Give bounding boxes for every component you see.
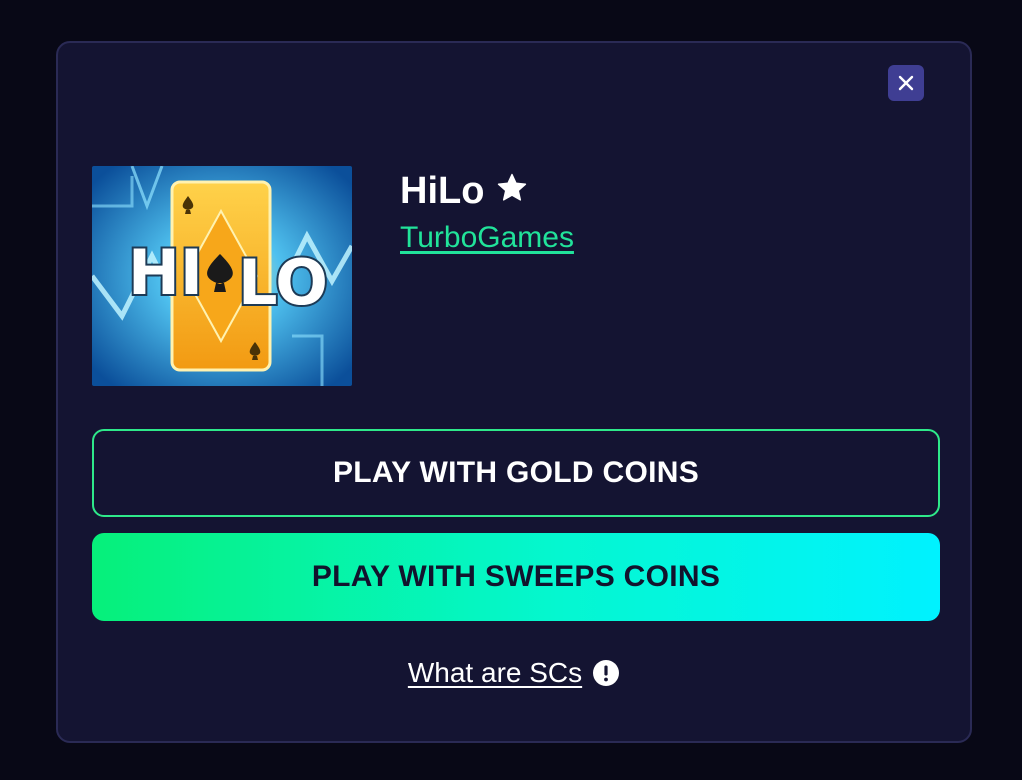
close-icon — [898, 75, 914, 91]
provider-link[interactable]: TurboGames — [400, 221, 574, 255]
favorite-button[interactable] — [494, 170, 530, 206]
star-icon — [498, 173, 527, 201]
info-icon[interactable] — [592, 659, 620, 687]
game-title-row: HiLo — [400, 169, 530, 213]
close-button[interactable] — [888, 65, 924, 101]
info-icon-glyph — [593, 660, 620, 686]
hilo-thumbnail-art: HI LO — [92, 166, 352, 386]
game-title: HiLo — [400, 170, 485, 212]
game-launch-modal: HI LO HiLo TurboGames PLAY WITH GOLD COI… — [56, 41, 972, 743]
what-are-scs-link[interactable]: What are SCs — [408, 657, 582, 689]
sc-help-row: What are SCs — [58, 657, 970, 689]
play-gold-coins-button[interactable]: PLAY WITH GOLD COINS — [92, 429, 940, 517]
svg-text:LO: LO — [238, 246, 328, 319]
svg-text:HI: HI — [128, 236, 203, 309]
play-sweeps-coins-button[interactable]: PLAY WITH SWEEPS COINS — [92, 533, 940, 621]
game-thumbnail[interactable]: HI LO — [92, 166, 352, 386]
